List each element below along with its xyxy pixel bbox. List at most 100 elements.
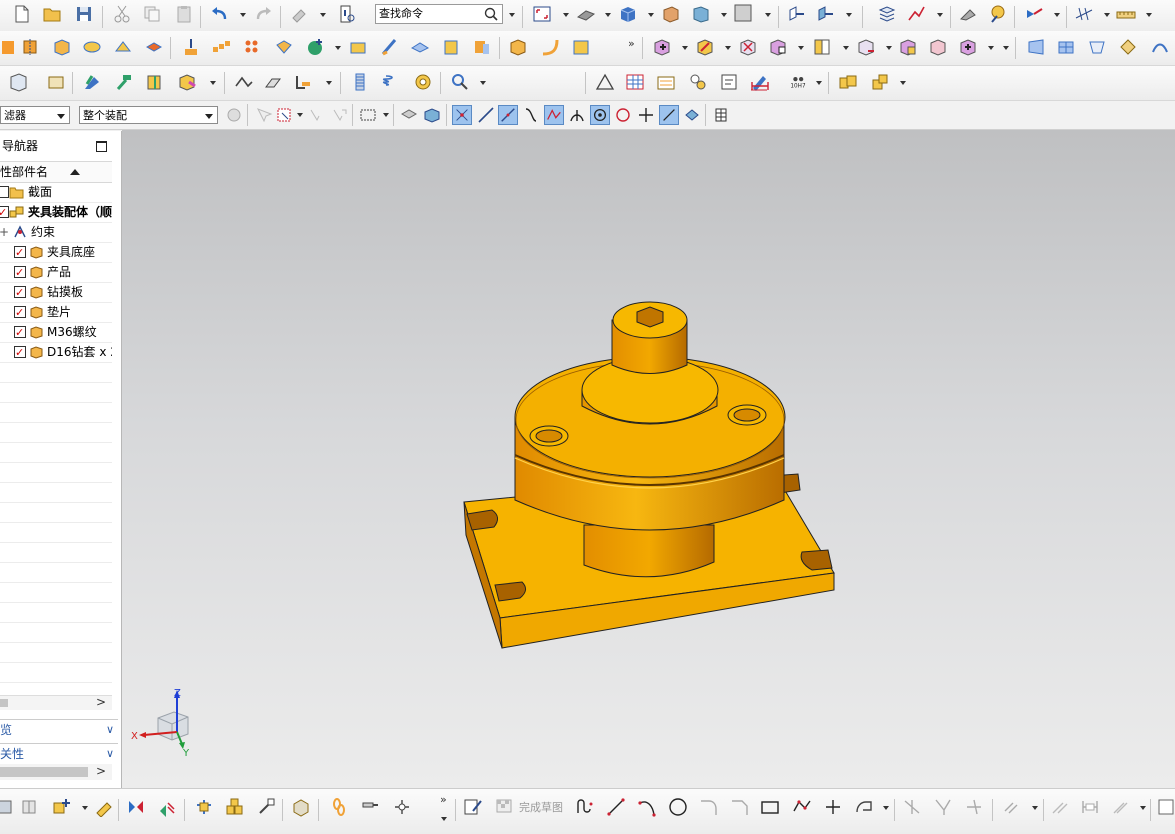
existing-point-icon[interactable] xyxy=(636,105,656,125)
mid-point-icon[interactable] xyxy=(498,105,518,125)
dependencies-panel-header[interactable]: 关性 ∨ xyxy=(0,743,118,764)
arc-center-icon[interactable] xyxy=(590,105,610,125)
fastener-assembly-icon[interactable] xyxy=(870,72,890,92)
point-on-curve-icon[interactable] xyxy=(521,105,541,125)
through-curves-icon[interactable] xyxy=(1056,37,1076,57)
shaded-cube-icon[interactable] xyxy=(618,4,638,24)
quick-trim-icon[interactable] xyxy=(902,797,922,817)
rectangle-icon[interactable] xyxy=(760,797,780,817)
draft-icon[interactable] xyxy=(113,37,133,57)
tree-node-component[interactable]: M36螺纹 xyxy=(0,322,112,343)
weld-assistant-icon[interactable] xyxy=(838,72,858,92)
n-sided-surface-icon[interactable] xyxy=(1087,37,1107,57)
selection-scope-dropdown[interactable]: 整个装配 xyxy=(79,106,218,124)
select-all-icon[interactable] xyxy=(329,105,349,125)
cylinder-icon[interactable] xyxy=(0,37,18,57)
show-constraints-icon[interactable] xyxy=(1111,797,1131,817)
body-select-icon[interactable] xyxy=(422,105,442,125)
reuse-library-icon[interactable] xyxy=(82,72,102,92)
bounded-grid-icon[interactable] xyxy=(682,105,702,125)
balloon-icon[interactable] xyxy=(688,72,708,92)
visibility-checkbox[interactable] xyxy=(0,203,9,222)
snap-enable-icon[interactable] xyxy=(452,105,472,125)
chevron-down-icon[interactable]: ∨ xyxy=(106,744,114,764)
pattern-component-icon[interactable] xyxy=(194,797,214,817)
studio-surface-icon[interactable] xyxy=(1118,37,1138,57)
layer-settings-icon[interactable] xyxy=(877,4,897,24)
copy-icon[interactable] xyxy=(142,4,162,24)
route-manager-icon[interactable] xyxy=(392,797,412,817)
replace-face-icon[interactable] xyxy=(508,37,528,57)
expression-icon[interactable] xyxy=(46,72,66,92)
sew-icon[interactable] xyxy=(348,37,368,57)
spring-icon[interactable] xyxy=(382,72,402,92)
fastener-icon[interactable] xyxy=(360,797,380,817)
add-component-icon[interactable] xyxy=(652,37,672,57)
tree-node-assembly-root[interactable]: 夹具装配体（顺 xyxy=(0,202,112,223)
clip-section-icon[interactable] xyxy=(691,4,711,24)
trim-body-icon[interactable] xyxy=(379,37,399,57)
assembly-constraint-icon[interactable] xyxy=(768,37,788,57)
polygon-icon[interactable] xyxy=(792,797,812,817)
search-icon[interactable] xyxy=(483,6,499,22)
undo-icon[interactable] xyxy=(210,4,230,24)
check-clearance-icon[interactable] xyxy=(958,37,978,57)
component-select-icon[interactable] xyxy=(399,105,419,125)
component-properties-icon[interactable] xyxy=(0,797,16,817)
constraint-navigator-icon[interactable] xyxy=(906,4,926,24)
styled-blend-icon[interactable] xyxy=(1150,37,1170,57)
replace-component-icon[interactable] xyxy=(20,797,40,817)
sphere-icon[interactable] xyxy=(305,37,325,57)
tree-node-component[interactable]: 钻摸板 xyxy=(0,282,112,303)
fit-view-icon[interactable] xyxy=(532,4,552,24)
assembly-cut-icon[interactable] xyxy=(225,797,245,817)
sketch-task-icon[interactable] xyxy=(1156,797,1175,817)
part-family-icon[interactable] xyxy=(145,72,165,92)
flip-direction-icon[interactable] xyxy=(157,797,177,817)
visibility-checkbox[interactable] xyxy=(14,283,26,302)
wcs-icon[interactable] xyxy=(786,4,806,24)
analysis-icon[interactable] xyxy=(958,4,978,24)
patch-icon[interactable] xyxy=(441,37,461,57)
wcs-dynamic-icon[interactable] xyxy=(815,4,835,24)
bend-icon[interactable] xyxy=(540,37,560,57)
visibility-checkbox[interactable] xyxy=(14,343,26,362)
tree-node-component[interactable]: D16钻套 x 2 xyxy=(0,342,112,363)
spreadsheet-icon[interactable] xyxy=(8,72,28,92)
perpendicular-icon[interactable] xyxy=(567,105,587,125)
hammer-icon[interactable] xyxy=(114,72,134,92)
shell-icon[interactable] xyxy=(82,37,102,57)
redo-icon[interactable] xyxy=(253,4,273,24)
expand-plus-icon[interactable]: + xyxy=(0,222,9,242)
open-folder-icon[interactable] xyxy=(42,4,62,24)
selection-grid-icon[interactable] xyxy=(711,105,731,125)
routing-icon[interactable] xyxy=(450,72,470,92)
preview-panel-header[interactable]: 览 ∨ xyxy=(0,719,118,740)
scroll-right-icon[interactable]: > xyxy=(96,764,106,778)
mirror-assembly-icon[interactable] xyxy=(812,37,832,57)
chain-link-icon[interactable] xyxy=(329,797,349,817)
quick-extend-icon[interactable] xyxy=(933,797,953,817)
visibility-checkbox[interactable] xyxy=(0,186,9,198)
hole-pattern-icon[interactable] xyxy=(243,37,263,57)
wave-geometry-icon[interactable] xyxy=(898,37,918,57)
command-search-box[interactable] xyxy=(375,4,503,24)
line-icon[interactable] xyxy=(606,797,626,817)
general-selection-icon[interactable] xyxy=(224,105,244,125)
background-icon[interactable] xyxy=(733,3,753,23)
surface-sweep-icon[interactable] xyxy=(1026,37,1046,57)
make-corner-icon[interactable] xyxy=(964,797,984,817)
scale-body-icon[interactable] xyxy=(472,37,492,57)
tree-node-constraints[interactable]: + 约束 xyxy=(0,222,112,243)
panel-horizontal-scrollbar[interactable]: > xyxy=(0,764,112,780)
view-triad[interactable]: Z X Y xyxy=(130,686,200,761)
new-file-icon[interactable] xyxy=(12,4,32,24)
sheet-metal-icon[interactable] xyxy=(234,72,254,92)
attribute-template-icon[interactable] xyxy=(177,72,197,92)
command-search-input[interactable] xyxy=(376,5,482,21)
studio-spline-icon[interactable] xyxy=(854,797,874,817)
visibility-checkbox[interactable] xyxy=(14,303,26,322)
finish-sketch-flag-icon[interactable] xyxy=(494,797,514,817)
scrollbar-thumb[interactable] xyxy=(0,767,88,777)
thread-icon[interactable] xyxy=(350,72,370,92)
